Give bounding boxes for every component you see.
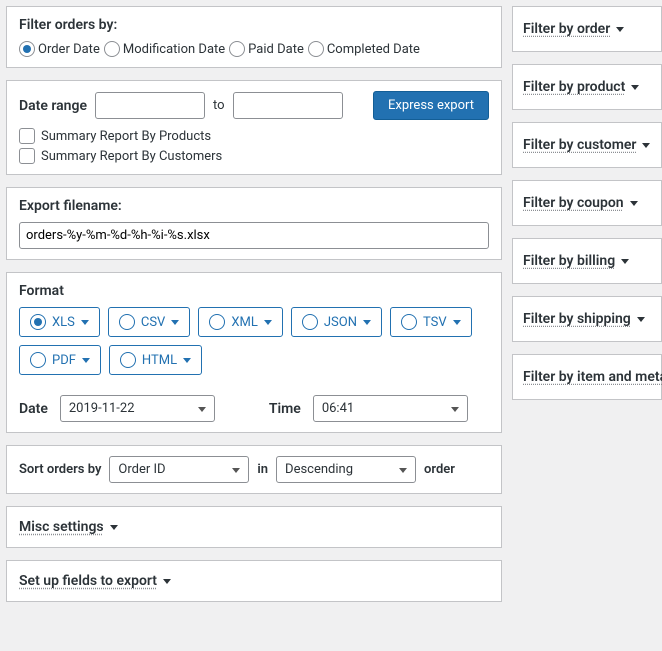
radio-icon [19, 41, 35, 57]
radio-label: Modification Date [123, 42, 225, 57]
radio-icon [30, 352, 46, 368]
filter-radio-paid-date[interactable]: Paid Date [229, 41, 304, 57]
radio-icon [401, 314, 417, 330]
sidebar-item-4[interactable]: Filter by billing [512, 238, 662, 284]
sidebar-link: Filter by shipping [523, 311, 645, 327]
sidebar-link: Filter by coupon [523, 195, 638, 211]
sidebar-link: Filter by billing [523, 253, 629, 269]
date-label: Date [19, 401, 48, 417]
filter-radio-order-date[interactable]: Order Date [19, 41, 100, 57]
radio-icon [120, 352, 136, 368]
radio-icon [209, 314, 225, 330]
format-label: HTML [142, 353, 177, 368]
radio-label: Order Date [38, 42, 100, 57]
sort-prefix: Sort orders by [19, 462, 101, 477]
filter-orders-panel: Filter orders by: Order Date Modification… [6, 6, 502, 68]
chevron-down-icon [82, 358, 90, 363]
format-label: TSV [423, 315, 447, 330]
chevron-down-icon [163, 579, 171, 584]
summary-products-checkbox[interactable] [19, 128, 35, 144]
chevron-down-icon [630, 201, 638, 206]
format-label: XLS [52, 315, 75, 330]
sidebar-item-5[interactable]: Filter by shipping [512, 296, 662, 342]
date-range-to-input[interactable] [233, 92, 343, 119]
format-option-xml[interactable]: XML [198, 307, 283, 337]
chevron-down-icon [631, 85, 639, 90]
chevron-down-icon [453, 320, 461, 325]
format-option-tsv[interactable]: TSV [390, 307, 472, 337]
format-option-pdf[interactable]: PDF [19, 345, 101, 375]
radio-icon [104, 41, 120, 57]
setup-fields-title: Set up fields to export [19, 573, 171, 589]
sidebar-item-1[interactable]: Filter by product [512, 64, 662, 110]
sort-field-select[interactable]: Order ID [109, 456, 249, 483]
format-option-xls[interactable]: XLS [19, 307, 100, 337]
filter-orders-title: Filter orders by: [19, 17, 489, 33]
radio-icon [119, 314, 135, 330]
filter-radio-completed-date[interactable]: Completed Date [308, 41, 420, 57]
filename-input[interactable] [19, 222, 489, 249]
chevron-down-icon [264, 320, 272, 325]
sidebar-item-0[interactable]: Filter by order [512, 6, 662, 52]
chevron-down-icon [171, 320, 179, 325]
chevron-down-icon [363, 320, 371, 325]
radio-icon [30, 314, 46, 330]
misc-settings-title: Misc settings [19, 519, 118, 535]
format-label: JSON [324, 315, 357, 330]
chevron-down-icon [621, 259, 629, 264]
filename-label: Export filename: [19, 198, 489, 214]
format-label: XML [231, 315, 258, 330]
express-export-button[interactable]: Express export [373, 91, 489, 120]
sort-panel: Sort orders by Order ID in Descending or… [6, 445, 502, 494]
chevron-down-icon [183, 358, 191, 363]
sort-suffix: order [424, 462, 455, 477]
format-label: Format [19, 283, 489, 299]
sidebar-link: Filter by product [523, 79, 639, 95]
time-label: Time [269, 401, 301, 417]
radio-label: Paid Date [248, 42, 304, 57]
format-option-json[interactable]: JSON [291, 307, 382, 337]
sidebar-link: Filter by item and meta [523, 369, 662, 385]
date-select[interactable]: 2019-11-22 [60, 395, 215, 422]
setup-fields-collapse[interactable]: Set up fields to export [6, 560, 502, 602]
chevron-down-icon [81, 320, 89, 325]
summary-products-label: Summary Report By Products [41, 129, 211, 144]
sidebar-link: Filter by order [523, 21, 624, 37]
format-option-csv[interactable]: CSV [108, 307, 190, 337]
sidebar-item-2[interactable]: Filter by customer [512, 122, 662, 168]
sort-direction-select[interactable]: Descending [276, 456, 416, 483]
filename-panel: Export filename: [6, 187, 502, 260]
format-label: PDF [52, 353, 76, 368]
date-range-from-input[interactable] [95, 92, 205, 119]
summary-customers-label: Summary Report By Customers [41, 149, 222, 164]
format-label: CSV [141, 315, 165, 330]
format-panel: Format XLS CSV XML JSON TSV PDF HTML Date 2019… [6, 272, 502, 433]
radio-icon [229, 41, 245, 57]
summary-customers-checkbox[interactable] [19, 148, 35, 164]
chevron-down-icon [616, 27, 624, 32]
chevron-down-icon [637, 317, 645, 322]
sidebar-link: Filter by customer [523, 137, 650, 153]
chevron-down-icon [642, 143, 650, 148]
radio-label: Completed Date [327, 42, 420, 57]
date-range-panel: Date range to Express export Summary Rep… [6, 80, 502, 175]
chevron-down-icon [110, 525, 118, 530]
sort-in-label: in [257, 462, 268, 477]
sidebar-item-6[interactable]: Filter by item and meta [512, 354, 662, 400]
radio-icon [302, 314, 318, 330]
filter-radio-modification-date[interactable]: Modification Date [104, 41, 225, 57]
date-range-label: Date range [19, 98, 87, 114]
format-option-html[interactable]: HTML [109, 345, 202, 375]
time-select[interactable]: 06:41 [313, 395, 468, 422]
date-range-to-label: to [213, 98, 225, 113]
sidebar-item-3[interactable]: Filter by coupon [512, 180, 662, 226]
radio-icon [308, 41, 324, 57]
misc-settings-collapse[interactable]: Misc settings [6, 506, 502, 548]
